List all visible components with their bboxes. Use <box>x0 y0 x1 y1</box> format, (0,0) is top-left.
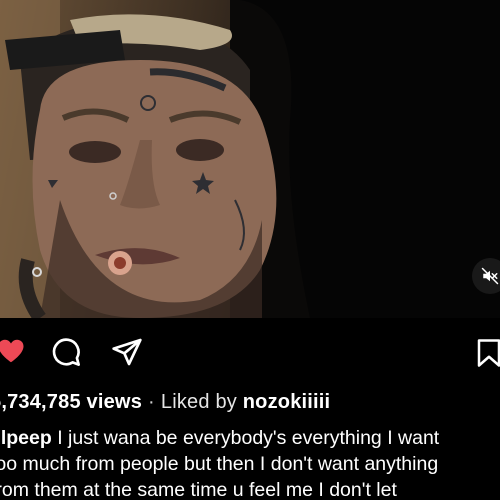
caption-line: lilpeep I just wana be everybody's every… <box>0 425 500 451</box>
mute-button[interactable] <box>472 258 500 294</box>
comment-bubble-icon[interactable] <box>50 336 82 368</box>
bookmark-icon[interactable] <box>474 337 500 369</box>
heart-filled-icon[interactable] <box>0 336 26 366</box>
paper-plane-icon[interactable] <box>110 336 144 368</box>
caption-text: I just wana be everybody's everything I … <box>57 427 440 449</box>
caption-text: too much from people but then I don't wa… <box>0 453 439 475</box>
post-actions-bar <box>0 330 500 378</box>
liked-by-username[interactable]: nozokiiiii <box>243 391 331 413</box>
post-stats: 5,734,785 views · Liked by nozokiiiii <box>0 391 330 414</box>
liked-by-prefix: Liked by <box>160 391 237 413</box>
post-photo <box>0 0 500 318</box>
caption-username[interactable]: lilpeep <box>0 427 52 449</box>
post-caption: lilpeep I just wana be everybody's every… <box>0 425 500 500</box>
meta-separator: · <box>148 391 155 413</box>
speaker-muted-icon <box>481 267 499 285</box>
view-count[interactable]: 5,734,785 views <box>0 391 142 413</box>
caption-text: from them at the same time u feel me I d… <box>0 479 397 500</box>
post-media[interactable] <box>0 0 500 318</box>
